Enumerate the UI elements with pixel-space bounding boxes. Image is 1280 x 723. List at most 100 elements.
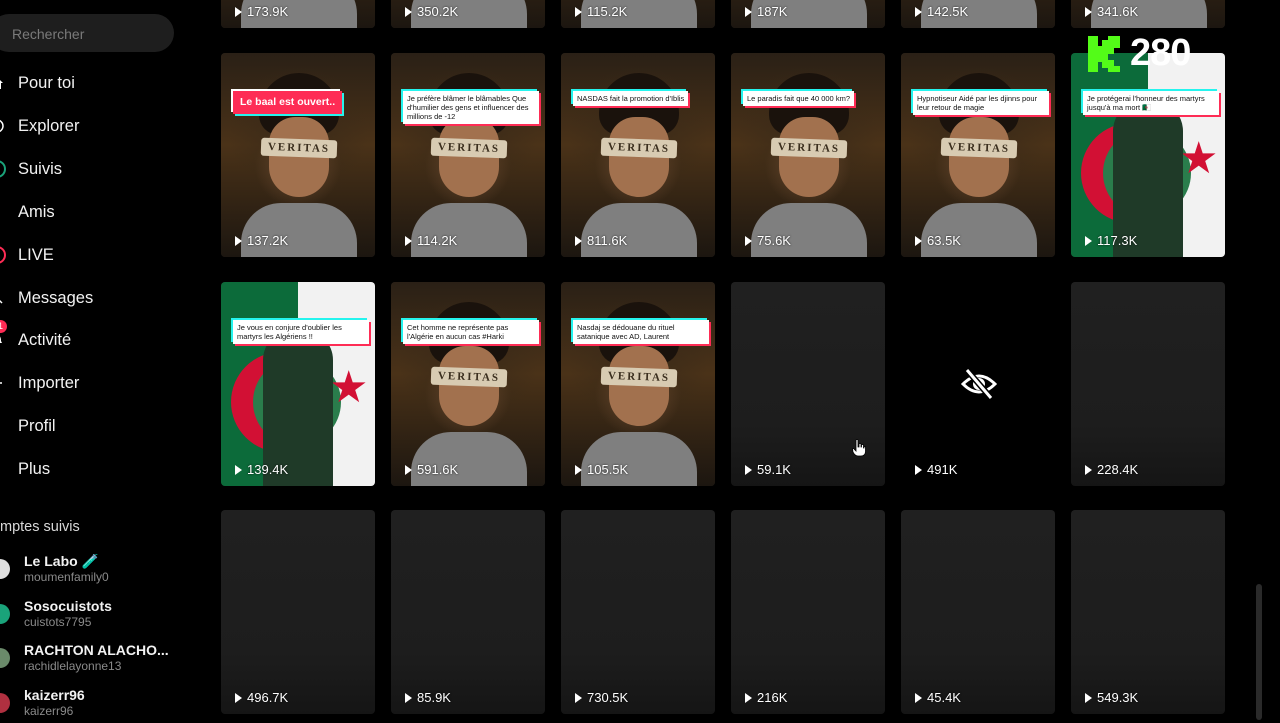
view-count: 137.2K — [235, 233, 288, 248]
thumbnail-image: VERITAS — [221, 53, 375, 257]
veritas-band: VERITAS — [430, 137, 508, 159]
sidebar-item-live[interactable]: LIVE — [0, 240, 190, 270]
video-thumbnail[interactable]: VERITAS341.6K — [1071, 0, 1225, 28]
video-thumbnail[interactable]: ★ Je protégerai l'honneur des martyrs jus… — [1071, 53, 1225, 257]
sidebar-item-amis[interactable]: Amis — [0, 197, 190, 227]
view-count-value: 591.6K — [417, 462, 459, 477]
avatar — [0, 604, 10, 624]
sidebar-item-label: Explorer — [18, 116, 80, 135]
view-count-value: 115.2K — [587, 4, 628, 19]
search-bar[interactable] — [0, 14, 174, 54]
view-count: 117.3K — [1085, 233, 1137, 248]
view-count: 139.4K — [235, 462, 288, 477]
view-count-value: 63.5K — [927, 233, 961, 248]
sidebar-item-suivis[interactable]: Suivis — [0, 154, 190, 184]
view-count: 45.4K — [915, 690, 961, 705]
scrollbar[interactable] — [1256, 584, 1262, 720]
view-count-value: 491K — [927, 462, 958, 477]
following-icon — [0, 160, 6, 178]
account-handle: rachidlelayonne13 — [24, 659, 122, 673]
video-thumbnail[interactable]: VERITAS115.2K — [561, 0, 715, 28]
video-thumbnail[interactable]: VERITAS187K — [731, 0, 885, 28]
view-count: 811.6K — [575, 233, 627, 248]
kick-viewer-count: 280 — [1130, 32, 1191, 74]
video-thumbnail[interactable]: ★ Je vous en conjure d'oublier les martyr… — [221, 282, 375, 486]
thumbnail-image: VERITAS — [561, 282, 715, 486]
view-count: 216K — [745, 690, 787, 705]
view-count-value: 114.2K — [417, 233, 458, 248]
account-name: RACHTON ALACHO... — [24, 642, 169, 658]
play-icon — [745, 692, 752, 703]
followed-account[interactable]: kaizerr96 kaizerr96 — [0, 687, 190, 723]
video-thumbnail[interactable]: 45.4K — [901, 510, 1055, 714]
play-icon — [1085, 235, 1092, 246]
play-icon — [235, 692, 242, 703]
play-icon — [575, 235, 582, 246]
sidebar-item-label: Activité — [18, 330, 72, 349]
sidebar-item-label: Pour toi — [18, 73, 75, 92]
video-thumbnail[interactable]: VERITAS Nasdaj se dédouane du rituel sata… — [561, 282, 715, 486]
view-count: 63.5K — [915, 233, 961, 248]
sidebar-item-importer[interactable]: Importer — [0, 368, 190, 398]
video-thumbnail[interactable]: VERITAS142.5K — [901, 0, 1055, 28]
video-thumbnail[interactable]: 85.9K — [391, 510, 545, 714]
play-icon — [1085, 6, 1092, 17]
sidebar-item-activit-[interactable]: 1 Activité — [0, 320, 190, 355]
view-count: 491K — [915, 462, 957, 477]
play-icon — [915, 692, 922, 703]
veritas-band: VERITAS — [770, 137, 848, 159]
video-thumbnail[interactable]: VERITAS Hypnotiseur Aidé par les djinns p… — [901, 53, 1055, 257]
video-caption: Je vous en conjure d'oublier les martyrs… — [233, 320, 369, 344]
view-count: 228.4K — [1085, 462, 1138, 477]
video-thumbnail[interactable]: VERITAS Je préfère blâmer le blâmables Qu… — [391, 53, 545, 257]
view-count-value: 811.6K — [587, 233, 628, 248]
video-thumbnail[interactable]: VERITAS Le paradis fait que 40 000 km? 75.… — [731, 53, 885, 257]
view-count-value: 216K — [757, 690, 788, 705]
followed-account[interactable]: Sosocuistots cuistots7795 — [0, 598, 190, 634]
video-thumbnail[interactable]: 549.3K — [1071, 510, 1225, 714]
search-input[interactable] — [10, 14, 164, 54]
video-thumbnail[interactable]: 228.4K — [1071, 282, 1225, 486]
sidebar-item-label: Plus — [18, 459, 51, 478]
play-icon — [915, 6, 922, 17]
account-handle: cuistots7795 — [24, 615, 92, 629]
play-icon — [235, 6, 242, 17]
account-handle: moumenfamily0 — [24, 570, 109, 584]
view-count: 173.9K — [235, 4, 288, 19]
thumbnail-image: ★ — [221, 282, 375, 486]
view-count: 85.9K — [405, 690, 451, 705]
followed-account[interactable]: Le Labo 🧪 moumenfamily0 — [0, 553, 190, 589]
video-thumbnail[interactable]: 496.7K — [221, 510, 375, 714]
video-thumbnail[interactable]: VERITAS350.2K — [391, 0, 545, 28]
sidebar-item-label: Suivis — [18, 159, 63, 178]
thumbnail-image: VERITAS — [391, 282, 545, 486]
video-thumbnail[interactable]: VERITAS173.9K — [221, 0, 375, 28]
thumbnail-image: VERITAS — [561, 53, 715, 257]
view-count-value: 85.9K — [417, 690, 451, 705]
sidebar-item-messages[interactable]: Messages — [0, 283, 190, 313]
video-thumbnail[interactable]: VERITAS Cet homme ne représente pas l'Alg… — [391, 282, 545, 486]
veritas-band: VERITAS — [430, 366, 508, 388]
sidebar: Pour toi Explorer Suivis Amis LIVE Messages 1A… — [0, 0, 200, 720]
play-icon — [235, 235, 242, 246]
sidebar-item-explorer[interactable]: Explorer — [0, 111, 190, 141]
video-thumbnail[interactable]: VERITAS NASDAS fait la promotion d'Iblis 8… — [561, 53, 715, 257]
sidebar-item-profil[interactable]: Profil — [0, 411, 190, 441]
followed-account[interactable]: RACHTON ALACHO... rachidlelayonne13 — [0, 642, 190, 678]
compass-icon — [0, 117, 6, 135]
view-count-value: 228.4K — [1097, 462, 1139, 477]
video-thumbnail[interactable]: 216K — [731, 510, 885, 714]
view-count: 59.1K — [745, 462, 791, 477]
sidebar-item-pour-toi[interactable]: Pour toi — [0, 68, 190, 98]
kick-overlay: 280 — [1088, 32, 1191, 75]
view-count: 115.2K — [575, 4, 627, 19]
sidebar-item-plus[interactable]: Plus — [0, 454, 190, 484]
video-thumbnail[interactable]: 491K — [901, 282, 1055, 486]
view-count: 350.2K — [405, 4, 458, 19]
thumbnail-image: VERITAS — [391, 53, 545, 257]
sidebar-item-label: Importer — [18, 373, 80, 392]
video-thumbnail[interactable]: VERITAS Le baal est ouvert.. 137.2K — [221, 53, 375, 257]
thumbnail-image: VERITAS — [901, 53, 1055, 257]
video-caption: Hypnotiseur Aidé par les djinns pour leu… — [913, 91, 1049, 115]
video-thumbnail[interactable]: 730.5K — [561, 510, 715, 714]
